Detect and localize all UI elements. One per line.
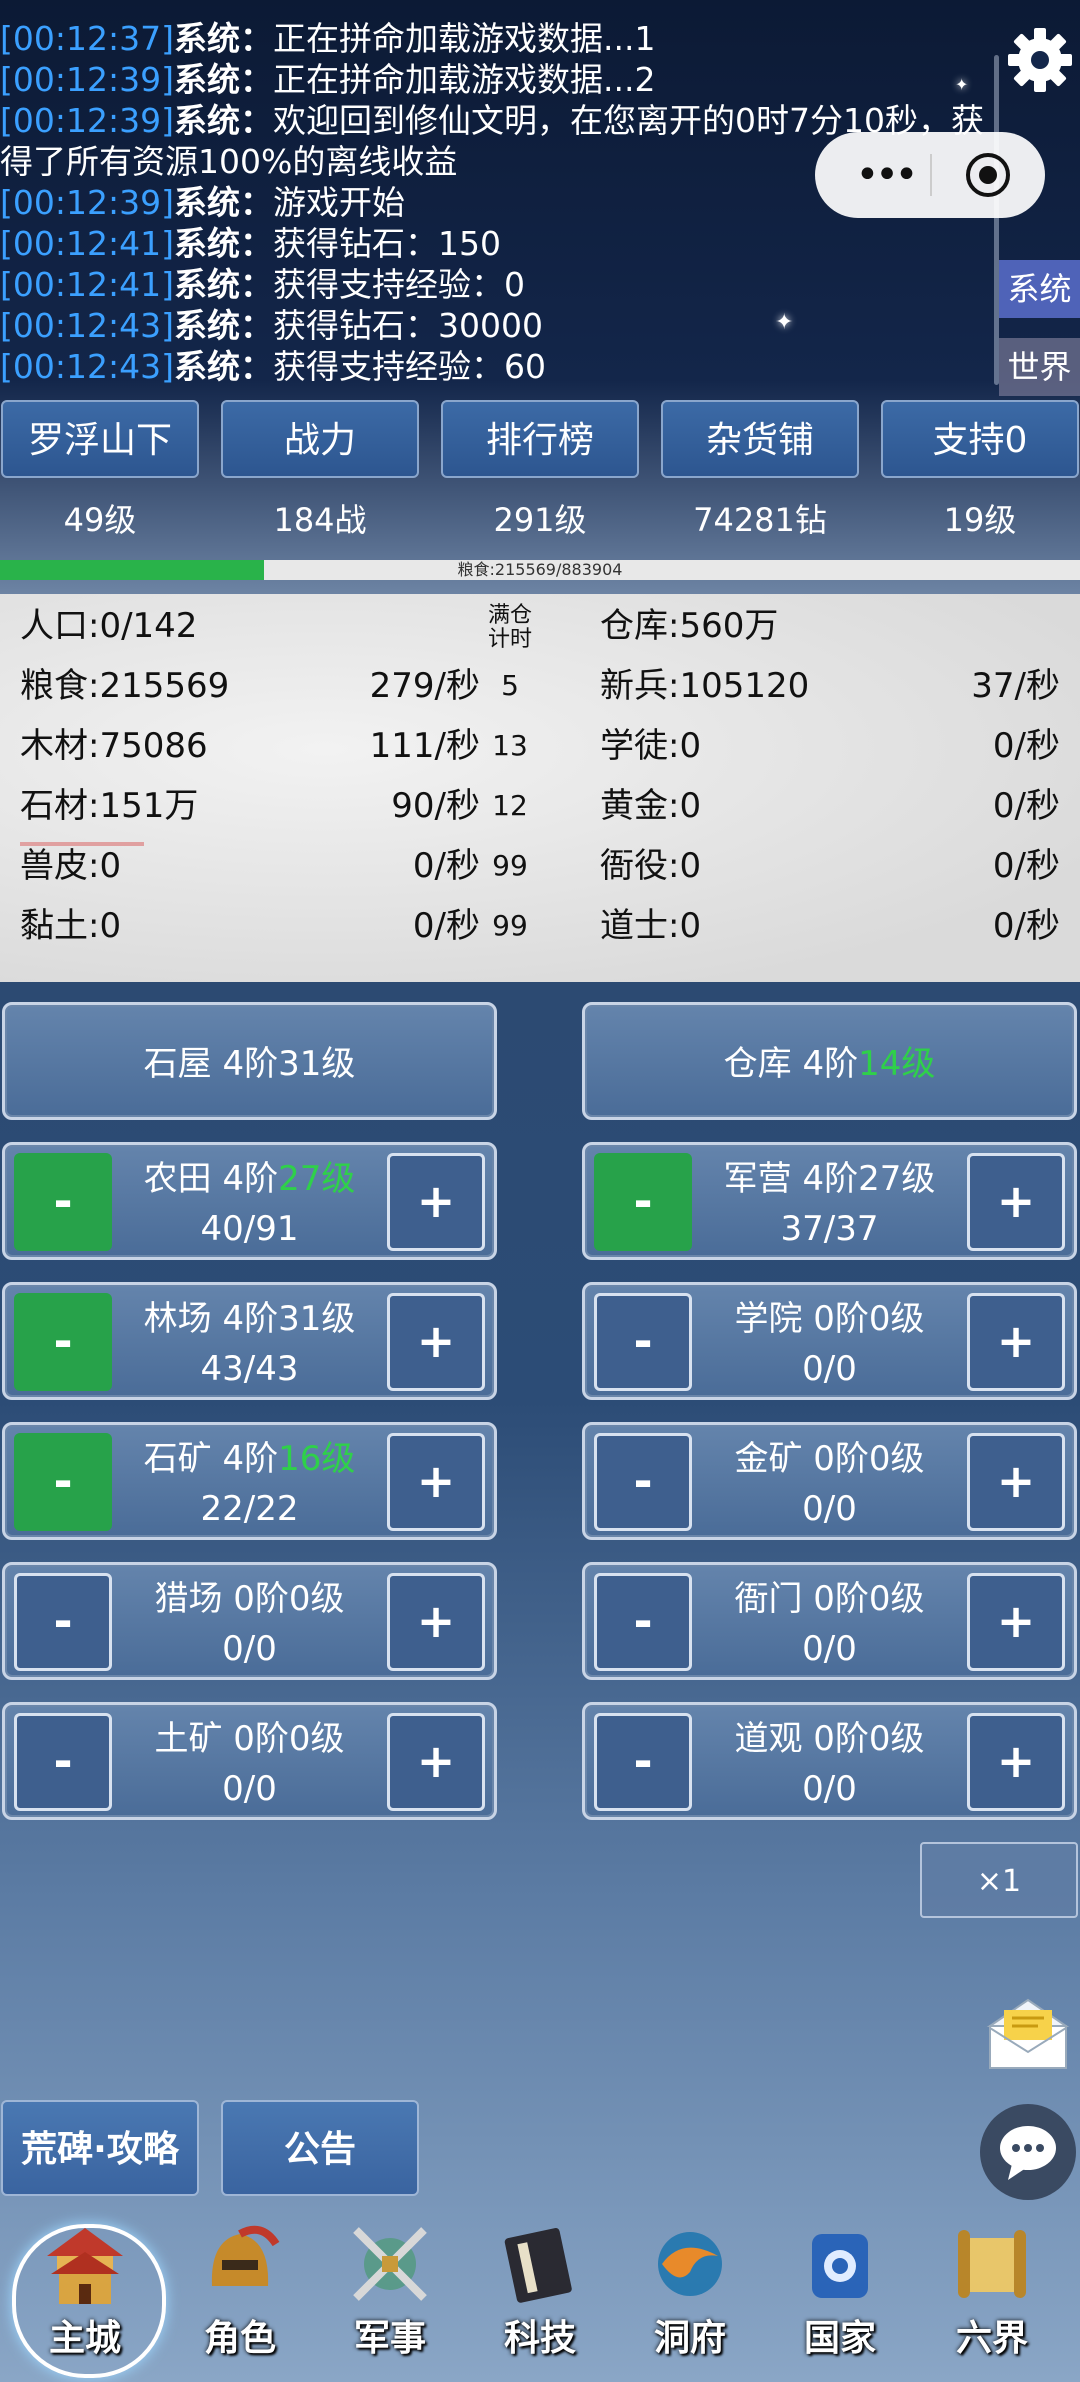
resource-row: 粮食:215569 279/秒 5 新兵:105120 37/秒 (20, 666, 1060, 706)
building-farm: - 农田 4阶27级 40/91 + (2, 1142, 497, 1260)
grain-progress-bar: 粮食:215569/883904 (0, 560, 1080, 580)
multiplier-button[interactable]: ×1 (920, 1842, 1078, 1918)
resource-row: 石材:151万 90/秒 12 黄金:0 0/秒 (20, 786, 1060, 826)
castle-icon (47, 2228, 123, 2304)
location-button[interactable]: 罗浮山下 (1, 400, 199, 478)
more-icon[interactable]: ••• (845, 147, 925, 203)
tab-nation[interactable]: 国家 (770, 2212, 910, 2372)
log-line: [00:12:37]系统：正在拼命加载游戏数据...1 (0, 19, 656, 58)
close-target-icon[interactable] (963, 150, 1013, 200)
helmet-icon (211, 2225, 280, 2286)
tab-technology[interactable]: 科技 (470, 2212, 610, 2372)
log-line: [00:12:43]系统：获得钻石：30000 (0, 306, 543, 345)
building-clay-mine: - 土矿 0阶0级 0/0 + (2, 1702, 497, 1820)
tab-six-realms[interactable]: 六界 (922, 2212, 1062, 2372)
location-level: 49级 (63, 501, 137, 539)
resource-panel: 满仓计时 人口:0/142 仓库:560万 粮食:215569 279/秒 5 … (0, 594, 1080, 982)
orb-icon (658, 2232, 722, 2296)
log-line: [00:12:39]系统：正在拼命加载游戏数据...2 (0, 60, 656, 99)
capsule-divider (930, 154, 932, 196)
mini-program-capsule: ••• (815, 132, 1045, 218)
building-title: 仓库 4阶14级 (723, 1044, 936, 1084)
shop-button[interactable]: 杂货铺 (661, 400, 859, 478)
tab-main-city[interactable]: 主城 (15, 2212, 155, 2372)
lumber-plus-button[interactable]: + (387, 1293, 485, 1391)
power-button[interactable]: 战力 (221, 400, 419, 478)
power-value: 184战 (273, 501, 367, 539)
chat-button[interactable] (980, 2104, 1076, 2200)
building-hunting: - 猎场 0阶0级 0/0 + (2, 1562, 497, 1680)
log-scrollbar[interactable] (994, 55, 999, 385)
gold-mine-plus-button[interactable]: + (967, 1433, 1065, 1531)
support-level: 19级 (943, 501, 1017, 539)
hunting-plus-button[interactable]: + (387, 1573, 485, 1671)
log-line: [00:12:41]系统：获得钻石：150 (0, 224, 501, 263)
tab-military[interactable]: 军事 (320, 2212, 460, 2372)
resource-row: 木材:75086 111/秒 13 学徒:0 0/秒 (20, 726, 1060, 766)
temple-plus-button[interactable]: + (967, 1713, 1065, 1811)
building-yamen: - 衙门 0阶0级 0/0 + (582, 1562, 1077, 1680)
tab-system-channel[interactable]: 系统 (999, 260, 1080, 318)
crossed-swords-icon (353, 2227, 427, 2301)
farm-plus-button[interactable]: + (387, 1153, 485, 1251)
resource-row: 兽皮:0 0/秒 99 衙役:0 0/秒 (20, 846, 1060, 886)
log-line: [00:12:41]系统：获得支持经验：0 (0, 265, 525, 304)
diamond-count: 74281钻 (693, 501, 827, 539)
building-barracks: - 军营 4阶27级 37/37 + (582, 1142, 1077, 1260)
building-temple: - 道观 0阶0级 0/0 + (582, 1702, 1077, 1820)
ranking-button[interactable]: 排行榜 (441, 400, 639, 478)
support-button[interactable]: 支持0 (881, 400, 1079, 478)
barracks-plus-button[interactable]: + (967, 1153, 1065, 1251)
notice-button[interactable]: 公告 (221, 2100, 419, 2196)
building-warehouse[interactable]: 仓库 4阶14级 (582, 1002, 1077, 1120)
yamen-plus-button[interactable]: + (967, 1573, 1065, 1671)
tab-world-channel[interactable]: 世界 (999, 338, 1080, 396)
tab-cave[interactable]: 洞府 (620, 2212, 760, 2372)
building-stone-house[interactable]: 石屋 4阶31级 (2, 1002, 497, 1120)
resource-row: 人口:0/142 仓库:560万 (20, 606, 779, 646)
building-academy: - 学院 0阶0级 0/0 + (582, 1282, 1077, 1400)
building-quarry: - 石矿 4阶16级 22/22 + (2, 1422, 497, 1540)
guide-button[interactable]: 荒碑·攻略 (1, 2100, 199, 2196)
mail-icon[interactable] (986, 1996, 1070, 2072)
building-gold-mine: - 金矿 0阶0级 0/0 + (582, 1422, 1077, 1540)
academy-plus-button[interactable]: + (967, 1293, 1065, 1391)
building-lumber: - 林场 4阶31级 43/43 + (2, 1282, 497, 1400)
gear-icon[interactable] (1005, 25, 1075, 95)
building-title: 石屋 4阶31级 (143, 1044, 356, 1084)
clay-mine-plus-button[interactable]: + (387, 1713, 485, 1811)
ranking-level: 291级 (493, 501, 587, 539)
scroll-icon (958, 2230, 1026, 2298)
quarry-plus-button[interactable]: + (387, 1433, 485, 1531)
emblem-icon (812, 2234, 868, 2298)
grain-progress-text: 粮食:215569/883904 (457, 560, 623, 579)
resource-row: 黏土:0 0/秒 99 道士:0 0/秒 (20, 906, 1060, 946)
chat-bubble-icon (1000, 2126, 1056, 2180)
tab-character[interactable]: 角色 (170, 2212, 310, 2372)
log-line: [00:12:43]系统：获得支持经验：60 (0, 347, 546, 386)
book-icon (504, 2228, 572, 2303)
